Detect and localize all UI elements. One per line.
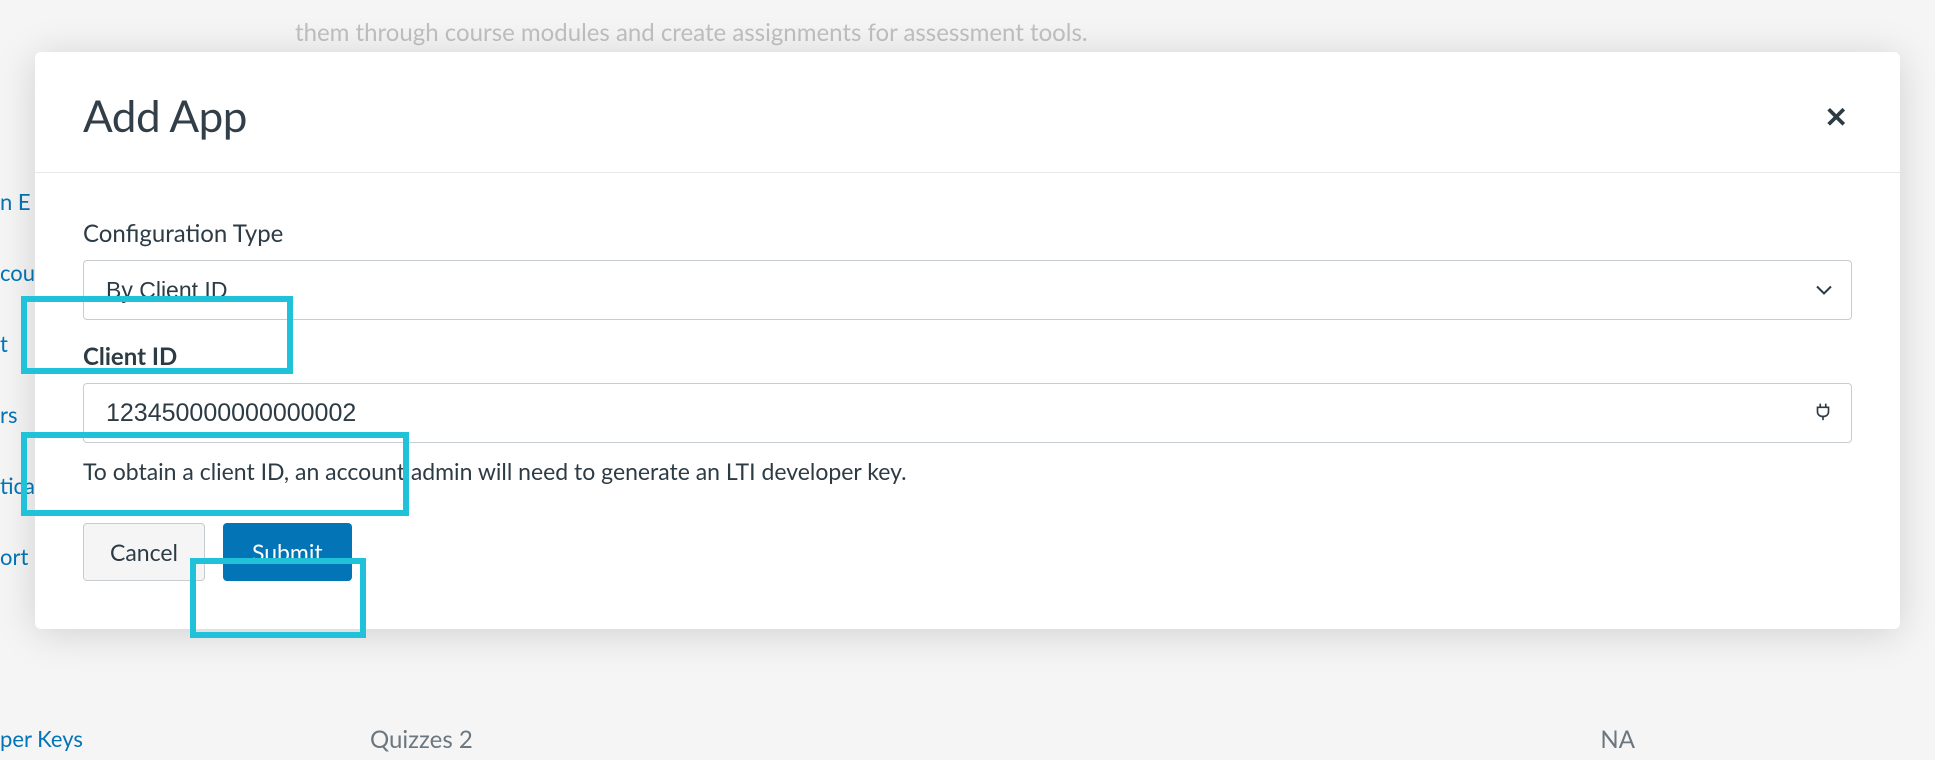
client-id-help-text: To obtain a client ID, an account admin … xyxy=(83,457,1852,485)
bg-quizzes-text: Quizzes 2 xyxy=(370,725,473,754)
client-id-input-wrapper xyxy=(83,383,1852,443)
client-id-label: Client ID xyxy=(83,342,1852,371)
modal-title: Add App xyxy=(83,90,247,142)
config-type-select-wrapper: By Client ID xyxy=(83,260,1852,320)
bg-sidebar-item: n E xyxy=(0,180,35,223)
config-type-label: Configuration Type xyxy=(83,219,1852,248)
bg-bottom-link: per Keys xyxy=(0,725,83,752)
modal-header: Add App ✕ xyxy=(35,52,1900,173)
background-description-text: them through course modules and create a… xyxy=(295,18,1088,47)
cancel-button[interactable]: Cancel xyxy=(83,523,205,581)
close-icon[interactable]: ✕ xyxy=(1821,98,1852,134)
submit-button[interactable]: Submit xyxy=(223,523,352,581)
bg-sidebar-item: cou xyxy=(0,251,35,294)
config-type-group: Configuration Type By Client ID xyxy=(83,219,1852,320)
bg-sidebar-item: ort xyxy=(0,535,35,578)
config-type-select[interactable]: By Client ID xyxy=(83,260,1852,320)
add-app-modal: Add App ✕ Configuration Type By Client I… xyxy=(35,52,1900,629)
bg-na-text: NA xyxy=(1600,725,1635,754)
bg-sidebar-item: tica xyxy=(0,464,35,507)
button-row: Cancel Submit xyxy=(83,523,1852,581)
client-id-input[interactable] xyxy=(83,383,1852,443)
modal-body: Configuration Type By Client ID Client I… xyxy=(35,173,1900,629)
background-sidebar: n E cou t rs tica ort xyxy=(0,180,35,606)
bg-sidebar-item: t xyxy=(0,322,35,365)
client-id-group: Client ID To obtain a client ID, an acco… xyxy=(83,342,1852,485)
bg-sidebar-item: rs xyxy=(0,393,35,436)
